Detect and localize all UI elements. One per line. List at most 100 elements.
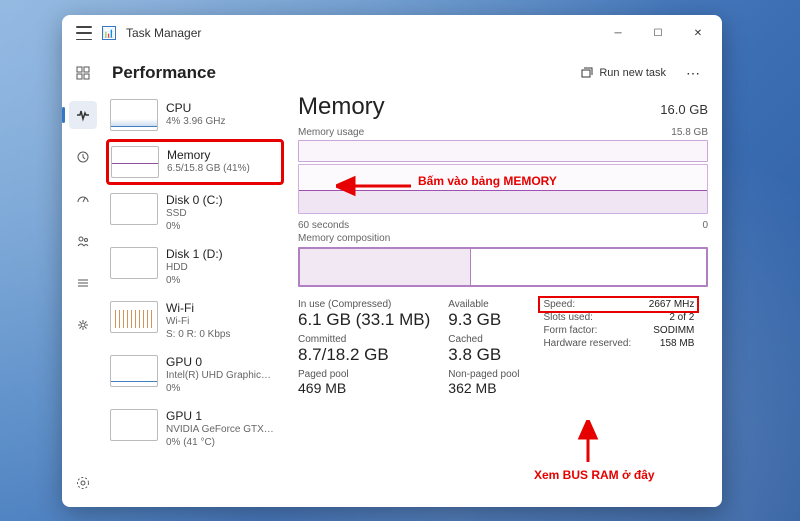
resource-sub: Wi-Fi: [166, 316, 230, 329]
titlebar[interactable]: 📊 Task Manager ─ ☐ ✕: [62, 15, 722, 51]
resource-item-wifi[interactable]: Wi-FiWi-FiS: 0 R: 0 Kbps: [106, 295, 284, 347]
resource-sub: HDD: [166, 262, 223, 275]
nav-users[interactable]: [69, 227, 97, 255]
pane-title: Performance: [112, 63, 216, 83]
annotation-arrow-up: [574, 420, 602, 466]
more-button[interactable]: ⋯: [682, 65, 706, 82]
resource-sub: 4% 3.96 GHz: [166, 116, 225, 129]
annotation-arrow-left: [336, 172, 416, 200]
settings-icon: [76, 476, 90, 490]
nav-app-history[interactable]: [69, 143, 97, 171]
grid-icon: [76, 66, 90, 80]
committed-value: 8.7/18.2 GB: [298, 345, 430, 365]
available-label: Available: [448, 299, 519, 310]
form-label: Form factor:: [543, 325, 631, 336]
resource-name: Disk 0 (C:): [166, 193, 223, 208]
cached-label: Cached: [448, 334, 519, 345]
nav-rail: [62, 51, 104, 507]
maximize-button[interactable]: ☐: [638, 15, 678, 51]
nav-services[interactable]: [69, 311, 97, 339]
nav-settings[interactable]: [69, 469, 97, 497]
speed-label: Speed:: [543, 299, 575, 310]
memory-thumbnail: [111, 146, 159, 178]
resource-name: Wi-Fi: [166, 301, 230, 316]
composition-inuse: [300, 249, 471, 285]
nav-details[interactable]: [69, 269, 97, 297]
resource-sub2: 0%: [166, 275, 223, 288]
resource-sub: SSD: [166, 208, 223, 221]
task-manager-window: 📊 Task Manager ─ ☐ ✕: [62, 15, 722, 507]
cpu-thumbnail: [110, 99, 158, 131]
close-button[interactable]: ✕: [678, 15, 718, 51]
resource-sub2: S: 0 R: 0 Kbps: [166, 329, 230, 342]
time-60s: 60 seconds: [298, 220, 349, 231]
memory-detail: Memory 16.0 GB Memory usage 15.8 GB 60 s…: [284, 93, 708, 501]
history-icon: [76, 150, 90, 164]
annotation-text-1: Bấm vào bảng MEMORY: [418, 174, 557, 188]
form-value: SODIMM: [653, 325, 694, 336]
nonpaged-label: Non-paged pool: [448, 369, 519, 380]
cached-value: 3.8 GB: [448, 345, 519, 365]
speed-value: 2667 MHz: [649, 299, 695, 310]
performance-pane: Performance Run new task ⋯ CPU4% 3.96 GH…: [104, 51, 722, 507]
wifi-thumbnail: [110, 301, 158, 333]
composition-free: [471, 249, 706, 285]
gpu0-thumbnail: [110, 355, 158, 387]
slots-label: Slots used:: [543, 312, 631, 323]
resource-sub2: 0% (41 °C): [166, 437, 274, 450]
detail-title: Memory: [298, 93, 385, 121]
list-icon: [76, 276, 90, 290]
hamburger-icon[interactable]: [76, 26, 92, 40]
resource-item-gpu0[interactable]: GPU 0Intel(R) UHD Graphic…0%: [106, 349, 284, 401]
resource-list: CPU4% 3.96 GHzMemory6.5/15.8 GB (41%)Dis…: [106, 93, 284, 501]
run-icon: [581, 67, 593, 79]
resource-name: Disk 1 (D:): [166, 247, 223, 262]
nav-performance[interactable]: [69, 101, 97, 129]
app-icon: 📊: [102, 26, 116, 40]
users-icon: [76, 234, 90, 248]
run-new-task-button[interactable]: Run new task: [573, 63, 674, 83]
resource-item-disk1[interactable]: Disk 1 (D:)HDD0%: [106, 241, 284, 293]
resource-item-gpu1[interactable]: GPU 1NVIDIA GeForce GTX…0% (41 °C): [106, 403, 284, 455]
window-title: Task Manager: [126, 26, 201, 40]
gpu1-thumbnail: [110, 409, 158, 441]
committed-label: Committed: [298, 334, 430, 345]
reserved-label: Hardware reserved:: [543, 338, 631, 349]
total-memory: 16.0 GB: [660, 102, 708, 117]
paged-value: 469 MB: [298, 380, 430, 396]
disk0-thumbnail: [110, 193, 158, 225]
resource-name: GPU 0: [166, 355, 271, 370]
usage-max: 15.8 GB: [671, 127, 708, 138]
resource-name: Memory: [167, 148, 250, 163]
resource-sub: 6.5/15.8 GB (41%): [167, 163, 250, 176]
minimize-button[interactable]: ─: [598, 15, 638, 51]
reserved-value: 158 MB: [653, 338, 694, 349]
resource-item-cpu[interactable]: CPU4% 3.96 GHz: [106, 93, 284, 137]
usage-label: Memory usage: [298, 127, 364, 138]
resource-item-memory[interactable]: Memory6.5/15.8 GB (41%): [106, 139, 284, 185]
annotation-text-2: Xem BUS RAM ở đây: [534, 468, 655, 482]
resource-sub: Intel(R) UHD Graphic…: [166, 370, 271, 383]
nav-startup[interactable]: [69, 185, 97, 213]
composition-label: Memory composition: [298, 233, 390, 244]
available-value: 9.3 GB: [448, 310, 519, 330]
memory-usage-mini-graph: [298, 140, 708, 162]
nav-processes[interactable]: [69, 59, 97, 87]
memory-composition-bar[interactable]: [298, 247, 708, 287]
resource-item-disk0[interactable]: Disk 0 (C:)SSD0%: [106, 187, 284, 239]
resource-sub2: 0%: [166, 383, 271, 396]
slots-value: 2 of 2: [653, 312, 694, 323]
disk1-thumbnail: [110, 247, 158, 279]
run-task-label: Run new task: [599, 67, 666, 79]
resource-name: CPU: [166, 101, 225, 116]
gear-icon: [76, 318, 90, 332]
inuse-value: 6.1 GB (33.1 MB): [298, 310, 430, 330]
resource-sub2: 0%: [166, 221, 223, 234]
resource-sub: NVIDIA GeForce GTX…: [166, 424, 274, 437]
paged-label: Paged pool: [298, 369, 430, 380]
pulse-icon: [76, 108, 90, 122]
resource-name: GPU 1: [166, 409, 274, 424]
nonpaged-value: 362 MB: [448, 380, 519, 396]
time-0: 0: [702, 220, 708, 231]
gauge-icon: [76, 192, 90, 206]
